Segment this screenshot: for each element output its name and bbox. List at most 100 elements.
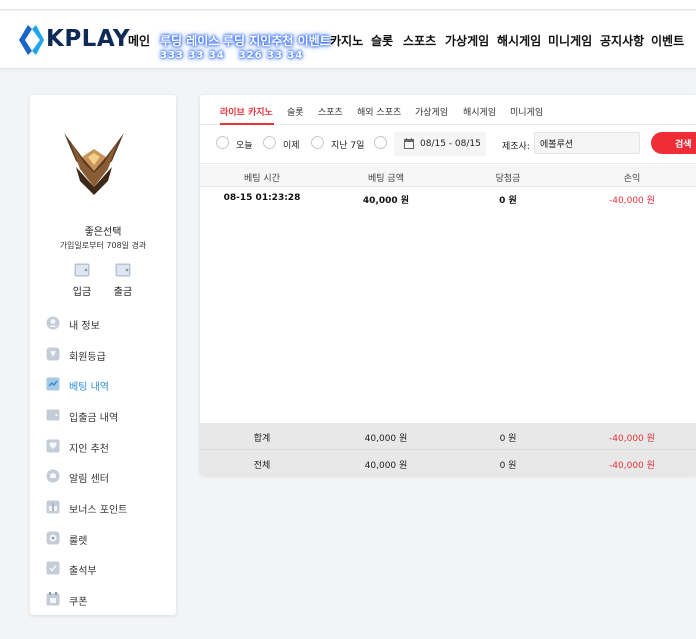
active-tab-indicator [220,123,274,125]
logo-text: KPLAY [46,26,131,52]
table-row[interactable]: 08-15 01:23:28 40,000 원 0 원 -40,000 원 [200,187,696,209]
game-tabs: 라이브 카지노 슬롯 스포츠 해외 스포츠 가상게임 해시게임 미니게임 [200,95,696,125]
tab-hash[interactable]: 해시게임 [463,105,496,118]
subtotal-win: 0 원 [499,434,517,444]
tab-mini[interactable]: 미니게임 [510,105,543,118]
sidebar-item-label: 알림 센터 [69,474,109,485]
grade-icon [46,347,60,361]
subtotal-label: 합계 [253,434,271,444]
mypage-sidebar: 좋은선택 가입일로부터 708일 경과 입금 출금 내 정보 회원등급 베팅 내… [30,95,176,615]
nav-casino[interactable]: 카지노 [330,32,363,49]
nav-mini[interactable]: 미니게임 [548,32,592,49]
total-win: 0 원 [499,461,517,471]
sidebar-item-label: 내 정보 [69,321,100,332]
tab-sports[interactable]: 스포츠 [318,105,343,118]
roulette-icon [46,531,60,545]
subtotal-row: 합계 40,000 원 0 원 -40,000 원 [200,423,696,449]
date-range-picker[interactable]: 08/15 - 08/15 [394,132,486,156]
cell-amount: 40,000 원 [362,196,410,206]
cell-pnl: -40,000 원 [609,196,655,206]
withdraw-wallet-icon [115,263,131,277]
nav-event-racing-code: 333 33 34 [160,50,225,61]
withdraw-button[interactable]: 출금 [108,263,138,298]
logo-mark-icon [19,25,44,55]
radio-label: 지난 7일 [331,141,365,151]
tab-virtual[interactable]: 가상게임 [415,105,448,118]
radio-label: 이제 [283,141,300,151]
withdraw-label: 출금 [113,287,133,298]
coupon-icon [46,592,60,606]
deposit-label: 입금 [72,287,92,298]
nav-event-referral-code: 326 33 34 [238,50,304,61]
sidebar-item-grade[interactable]: 회원등급 [46,345,166,365]
radio-label: 오늘 [236,141,253,151]
sidebar-item-notifications[interactable]: 알림 센터 [46,467,166,487]
total-label: 전체 [253,461,271,471]
nav-event-referral-label: 루딩 지인추천 이벤트 [223,34,331,48]
sidebar-item-label: 베팅 내역 [69,382,109,393]
nav-event-racing-label: 루딩 레이스 [160,34,220,48]
nav-hash[interactable]: 해시게임 [497,32,541,49]
total-amount: 40,000 원 [364,461,408,471]
rank-emblem-icon [64,133,124,195]
nav-main[interactable]: 메인 [128,32,150,49]
radio-circle [216,136,229,149]
column-header-time: 베팅 시간 [244,174,280,184]
attendance-icon [46,561,60,575]
filter-bar: 오늘 이제 지난 7일 08/15 - 08/15 제조사: 검색 [200,126,696,164]
nav-events[interactable]: 이벤트 [651,32,684,49]
sidebar-item-label: 출석부 [69,566,97,577]
site-header: KPLAY 메인 루딩 레이스 333 33 34 루딩 지인추천 이벤트 32… [0,11,696,69]
tab-overseas-sports[interactable]: 해외 스포츠 [357,105,401,118]
sidebar-item-coupon[interactable]: 쿠폰 [46,590,166,610]
date-range-value: 08/15 - 08/15 [420,139,481,149]
bonus-icon [46,500,60,514]
sidebar-item-roulette[interactable]: 룰렛 [46,529,166,549]
table-header: 베팅 시간 베팅 금액 당첨금 손익 [200,165,696,187]
sidebar-item-label: 입출금 내역 [69,413,119,424]
sidebar-item-label: 보너스 포인트 [69,505,128,516]
column-header-amount: 베팅 금액 [368,174,404,184]
tab-live-casino[interactable]: 라이브 카지노 [220,105,273,118]
column-header-pnl: 손익 [623,174,641,184]
search-button[interactable]: 검색 [651,132,696,154]
kplay-logo[interactable]: KPLAY [18,24,130,56]
nav-notice[interactable]: 공지사항 [600,32,644,49]
sidebar-item-label: 지인 추천 [69,444,109,455]
sidebar-item-label: 쿠폰 [69,597,88,608]
sidebar-item-attendance[interactable]: 출석부 [46,559,166,579]
tab-slot[interactable]: 슬롯 [287,105,304,118]
nav-event-racing[interactable]: 루딩 레이스 333 33 34 [160,32,225,61]
bell-icon [46,469,60,483]
maker-input[interactable] [534,132,640,154]
sidebar-item-transactions[interactable]: 입출금 내역 [46,406,166,426]
bet-history-panel: 라이브 카지노 슬롯 스포츠 해외 스포츠 가상게임 해시게임 미니게임 오늘 … [200,95,696,475]
deposit-button[interactable]: 입금 [67,263,97,298]
radio-circle [311,136,324,149]
total-row: 전체 40,000 원 0 원 -40,000 원 [200,449,696,475]
nav-virtual[interactable]: 가상게임 [445,32,489,49]
sidebar-item-my-info[interactable]: 내 정보 [46,314,166,334]
subtotal-amount: 40,000 원 [364,434,408,444]
cell-win: 0 원 [499,196,517,206]
sidebar-item-label: 룰렛 [69,536,88,547]
deposit-wallet-icon [74,263,90,277]
sidebar-item-bet-history[interactable]: 베팅 내역 [46,375,166,395]
user-nickname: 좋은선택 [84,227,122,238]
cell-time: 08-15 01:23:28 [223,193,301,203]
sidebar-item-label: 회원등급 [69,352,106,363]
column-header-win: 당첨금 [495,174,521,184]
calendar-icon [404,138,414,149]
sidebar-item-referral[interactable]: 지인 추천 [46,437,166,457]
bet-history-icon [46,377,60,391]
top-strip [0,0,696,10]
maker-label: 제조사: [502,142,530,152]
sidebar-item-bonus-points[interactable]: 보너스 포인트 [46,498,166,518]
user-joined-days: 가입일로부터 708일 경과 [59,241,147,250]
nav-sports[interactable]: 스포츠 [403,32,436,49]
total-pnl: -40,000 원 [609,461,655,471]
user-icon [46,316,60,330]
referral-icon [46,439,60,453]
nav-slot[interactable]: 슬롯 [371,32,393,49]
nav-event-referral[interactable]: 루딩 지인추천 이벤트 326 33 34 [223,32,331,61]
